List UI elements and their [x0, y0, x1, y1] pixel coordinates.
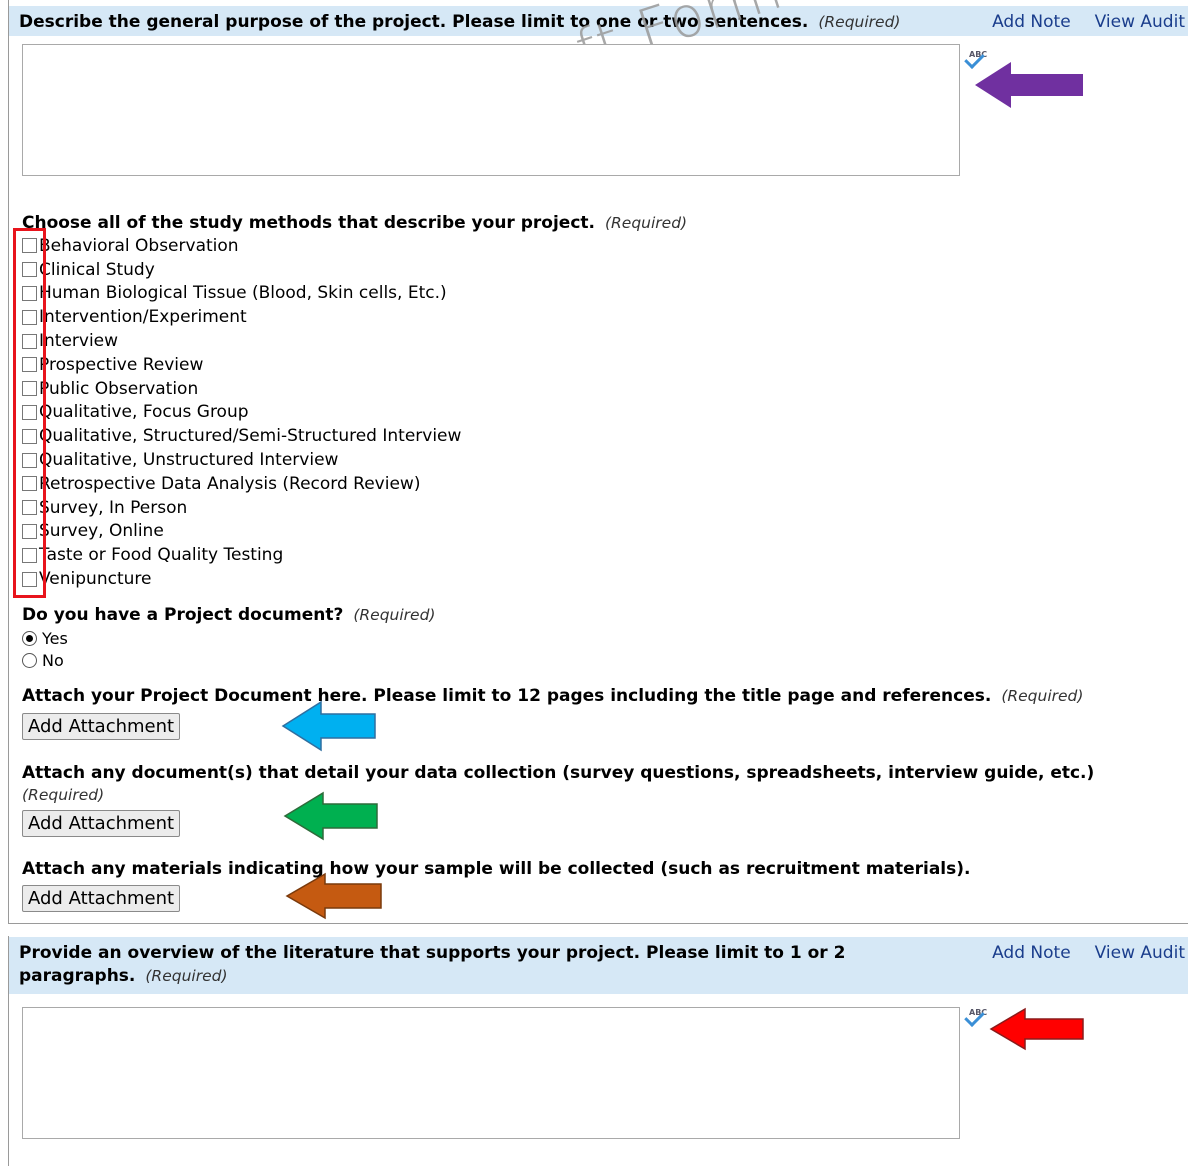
method-option[interactable]: Survey, In Person: [22, 496, 461, 520]
method-option[interactable]: Public Observation: [22, 377, 461, 401]
required-indicator: (Required): [818, 13, 901, 31]
study-methods-list: Behavioral Observation Clinical Study Hu…: [22, 234, 461, 591]
required-indicator: (Required): [145, 967, 228, 985]
purple-arrow-annotation: [975, 62, 1083, 108]
add-note-link[interactable]: Add Note: [992, 12, 1071, 32]
required-indicator: (Required): [1001, 687, 1084, 705]
method-option[interactable]: Retrospective Data Analysis (Record Revi…: [22, 472, 461, 496]
required-indicator: (Required): [604, 214, 688, 232]
radio-option-yes[interactable]: Yes: [22, 627, 68, 649]
add-note-link[interactable]: Add Note: [992, 943, 1071, 963]
method-option[interactable]: Taste or Food Quality Testing: [22, 543, 461, 567]
literature-question-section: Provide an overview of the literature th…: [8, 936, 1188, 1166]
literature-question-title: Provide an overview of the literature th…: [19, 943, 846, 986]
required-indicator: (Required): [22, 786, 105, 804]
attach-project-document-title: Attach your Project Document here. Pleas…: [22, 686, 1084, 706]
method-option[interactable]: Clinical Study: [22, 258, 461, 282]
blue-arrow-annotation: [281, 700, 376, 752]
add-attachment-button-1[interactable]: Add Attachment: [22, 713, 181, 740]
literature-textarea[interactable]: [22, 1007, 960, 1139]
method-option[interactable]: Qualitative, Focus Group: [22, 401, 461, 425]
method-option[interactable]: Venipuncture: [22, 567, 461, 591]
radio-option-no[interactable]: No: [22, 649, 68, 671]
radio-button-no[interactable]: [22, 652, 37, 668]
project-document-title: Do you have a Project document? (Required…: [22, 605, 436, 625]
method-option[interactable]: Interview: [22, 329, 461, 353]
header-links: Add Note View Audit: [968, 11, 1185, 34]
literature-question-header: Provide an overview of the literature th…: [9, 937, 1188, 994]
attach-data-collection-title: Attach any document(s) that detail your …: [22, 763, 1095, 804]
checkbox-highlight-annotation: [13, 228, 46, 598]
view-audit-link[interactable]: View Audit: [1095, 12, 1185, 32]
attach-sample-materials-title: Attach any materials indicating how your…: [22, 859, 971, 879]
view-audit-link[interactable]: View Audit: [1095, 943, 1185, 963]
radio-button-yes[interactable]: [22, 630, 37, 646]
method-option[interactable]: Qualitative, Structured/Semi-Structured …: [22, 424, 461, 448]
required-indicator: (Required): [353, 606, 436, 624]
method-option[interactable]: Behavioral Observation: [22, 234, 461, 258]
method-option[interactable]: Prospective Review: [22, 353, 461, 377]
red-arrow-annotation: [989, 1007, 1084, 1051]
method-option[interactable]: Human Biological Tissue (Blood, Skin cel…: [22, 282, 461, 306]
add-attachment-button-2[interactable]: Add Attachment: [22, 810, 181, 837]
study-methods-title: Choose all of the study methods that des…: [22, 213, 688, 233]
method-option[interactable]: Qualitative, Unstructured Interview: [22, 448, 461, 472]
project-document-radio-group: Yes No: [22, 627, 68, 671]
purpose-textarea[interactable]: [22, 44, 960, 176]
method-option[interactable]: Intervention/Experiment: [22, 305, 461, 329]
purpose-question-section: Describe the general purpose of the proj…: [8, 0, 1188, 924]
method-option[interactable]: Survey, Online: [22, 520, 461, 544]
orange-arrow-annotation: [285, 872, 382, 920]
add-attachment-button-3[interactable]: Add Attachment: [22, 885, 181, 912]
green-arrow-annotation: [283, 791, 378, 841]
header-links: Add Note View Audit: [968, 942, 1185, 965]
